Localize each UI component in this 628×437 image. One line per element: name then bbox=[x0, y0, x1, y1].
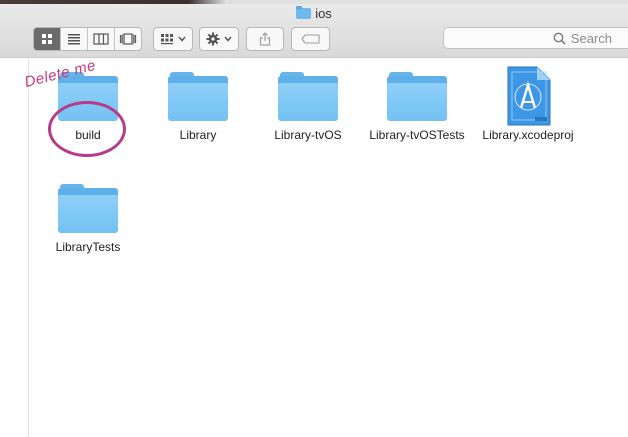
list-icon bbox=[68, 34, 80, 45]
search-field[interactable]: Search bbox=[443, 27, 628, 49]
file-item-librarytests[interactable]: LibraryTests bbox=[33, 184, 143, 254]
action-button[interactable] bbox=[199, 27, 239, 51]
file-item-library-tvos[interactable]: Library-tvOS bbox=[253, 72, 363, 142]
gear-icon bbox=[206, 32, 220, 46]
finder-window: ios Search build Library Library-tvOS Li… bbox=[0, 0, 628, 437]
share-button[interactable] bbox=[246, 27, 284, 51]
file-item-label: Library-tvOS bbox=[274, 128, 342, 142]
annotation-circle bbox=[48, 101, 126, 157]
folder-icon bbox=[58, 184, 118, 234]
grid-icon bbox=[42, 34, 52, 44]
chevron-down-icon bbox=[178, 36, 186, 42]
folder-icon bbox=[296, 6, 312, 19]
edit-tags-button[interactable] bbox=[291, 27, 330, 51]
cover-flow-view-button[interactable] bbox=[115, 28, 141, 50]
view-mode-segmented-control bbox=[33, 27, 142, 51]
tag-icon bbox=[300, 34, 320, 44]
window-title: ios bbox=[0, 6, 628, 21]
list-view-button[interactable] bbox=[61, 28, 88, 50]
file-item-label: Library bbox=[179, 128, 217, 142]
chevron-down-icon bbox=[224, 36, 232, 42]
columns-icon bbox=[93, 33, 109, 45]
share-icon bbox=[259, 32, 271, 46]
folder-icon bbox=[168, 72, 228, 122]
search-placeholder: Search bbox=[570, 30, 612, 46]
group-grid-icon bbox=[161, 34, 173, 45]
file-item-label: Library.xcodeproj bbox=[482, 128, 574, 142]
folder-icon bbox=[387, 72, 447, 122]
title-bar-strip bbox=[0, 0, 628, 4]
sidebar-divider bbox=[28, 58, 29, 437]
folder-icon bbox=[278, 72, 338, 122]
xcode-project-icon bbox=[505, 66, 551, 126]
search-icon bbox=[553, 32, 566, 45]
column-view-button[interactable] bbox=[88, 28, 115, 50]
cover-flow-icon bbox=[119, 33, 137, 45]
file-item-library-tvostests[interactable]: Library-tvOSTests bbox=[362, 72, 472, 142]
group-by-button[interactable] bbox=[153, 27, 193, 51]
file-item-library-xcodeproj[interactable]: Library.xcodeproj bbox=[473, 66, 583, 142]
icon-view-button[interactable] bbox=[34, 28, 61, 50]
file-item-library[interactable]: Library bbox=[143, 72, 253, 142]
file-item-label: LibraryTests bbox=[55, 240, 121, 254]
file-item-label: Library-tvOSTests bbox=[369, 128, 465, 142]
window-title-text: ios bbox=[315, 6, 332, 21]
toolbar: ios Search bbox=[0, 0, 628, 58]
